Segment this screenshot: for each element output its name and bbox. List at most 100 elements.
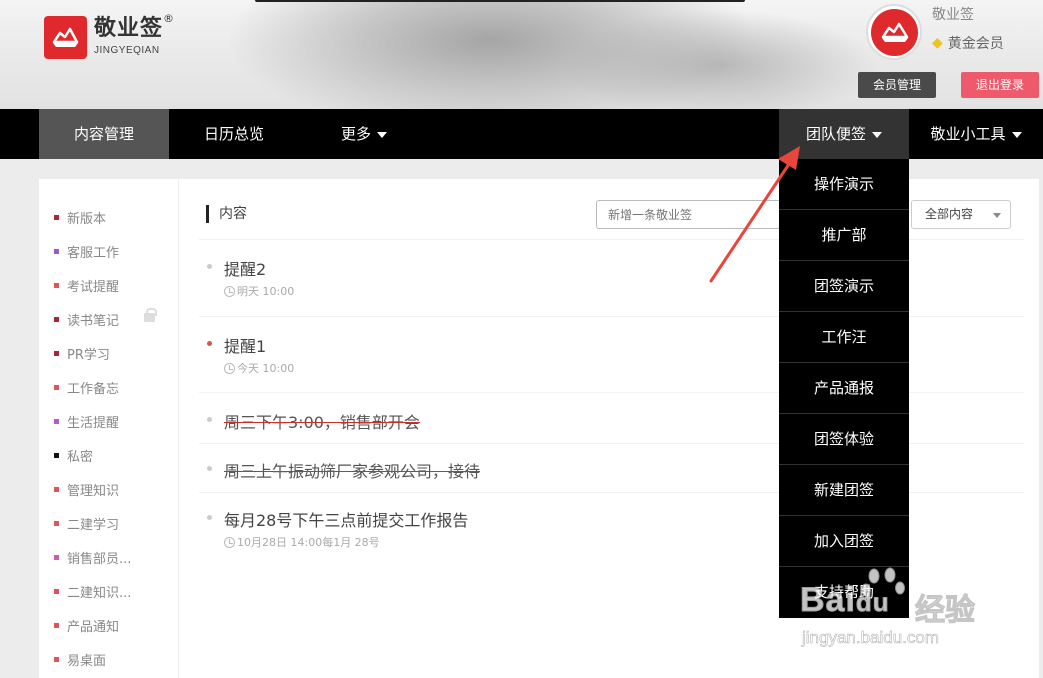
header: 敬业签 JINGYEQIAN ® 敬业签 ◆ 黄金会员 会员管理 退出登录 <box>0 0 1043 109</box>
sidebar-item-label: PR学习 <box>67 347 110 363</box>
dropdown-item[interactable]: 工作汪 <box>779 312 909 363</box>
category-color-dot <box>54 384 59 390</box>
logo[interactable]: 敬业签 JINGYEQIAN ® <box>44 12 174 59</box>
new-note-input[interactable] <box>596 200 796 229</box>
logo-subtext: JINGYEQIAN <box>94 45 160 56</box>
content-filter-select[interactable]: 全部内容 <box>911 200 1011 229</box>
category-color-dot <box>54 486 59 492</box>
sidebar-item-label: 读书笔记 <box>67 313 120 329</box>
content-filter-value: 全部内容 <box>925 207 974 221</box>
bullet-icon <box>207 417 212 422</box>
dropdown-item[interactable]: 操作演示 <box>779 159 909 210</box>
bullet-icon <box>207 466 212 471</box>
page-title: 内容 <box>206 205 247 223</box>
category-color-dot <box>54 282 59 288</box>
lock-icon <box>144 308 157 322</box>
watermark-brand-a: Bai <box>800 581 856 620</box>
nav-tools[interactable]: 敬业小工具 <box>909 109 1043 159</box>
sidebar-item[interactable]: 二建学习 <box>54 513 119 533</box>
nav-calendar[interactable]: 日历总览 <box>169 109 299 159</box>
sidebar-item[interactable]: 考试提醒 <box>54 275 119 295</box>
sidebar-item-label: 二建学习 <box>67 517 120 533</box>
user-name: 敬业签 <box>932 7 974 23</box>
clock-icon <box>224 285 235 297</box>
sidebar-item[interactable]: 读书笔记 <box>54 308 157 329</box>
note-time-text: 10月28日 14:00每1月 28号 <box>237 536 380 549</box>
team-note-dropdown: 操作演示 推广部 团签演示 工作汪 产品通报 团签体验 新建团签 加入团签 支持… <box>779 159 909 618</box>
bullet-icon <box>207 341 212 346</box>
member-level-label: 黄金会员 <box>947 36 1004 52</box>
sidebar-item[interactable]: 工作备忘 <box>54 377 119 397</box>
nav-team-note-label: 团队便签 <box>805 125 866 143</box>
note-title[interactable]: 提醒1 <box>224 333 266 357</box>
note-time-text: 明天 10:00 <box>237 285 295 298</box>
note-title[interactable]: 周三上午振动筛厂家参观公司，接待 <box>224 458 480 482</box>
diamond-icon: ◆ <box>932 35 943 51</box>
category-color-dot <box>54 452 59 458</box>
sidebar-item-label: 客服工作 <box>67 245 120 261</box>
note-time: 今天 10:00 <box>224 360 294 376</box>
category-color-dot <box>54 622 59 628</box>
dropdown-item[interactable]: 新建团签 <box>779 465 909 516</box>
note-time: 明天 10:00 <box>224 283 294 299</box>
sidebar-item[interactable]: 销售部员... <box>54 547 131 567</box>
dropdown-item[interactable]: 加入团签 <box>779 516 909 567</box>
nav-content-manage-label: 内容管理 <box>73 125 134 143</box>
chevron-down-icon <box>872 131 882 138</box>
sidebar-item-label: 销售部员... <box>67 551 132 567</box>
sidebar-item[interactable]: 客服工作 <box>54 241 119 261</box>
sidebar-item[interactable]: 生活提醒 <box>54 411 119 431</box>
sidebar-item-label: 产品通知 <box>67 619 120 635</box>
header-topbar <box>255 0 745 2</box>
logo-text: 敬业签 <box>94 16 164 41</box>
clock-icon <box>224 362 235 374</box>
sidebar-item-label: 考试提醒 <box>67 279 120 295</box>
member-manage-button[interactable]: 会员管理 <box>858 72 936 98</box>
sidebar-item[interactable]: 私密 <box>54 445 93 465</box>
registered-mark: ® <box>163 12 174 25</box>
sidebar-item[interactable]: 易桌面 <box>54 649 106 669</box>
chevron-down-icon <box>993 213 1001 218</box>
category-color-dot <box>54 520 59 526</box>
note-title[interactable]: 每月28号下午三点前提交工作报告 <box>224 507 468 531</box>
watermark-brand-b: du <box>855 587 890 618</box>
sidebar-item[interactable]: 管理知识 <box>54 479 119 499</box>
note-title[interactable]: 提醒2 <box>224 256 266 280</box>
nav-team-note[interactable]: 团队便签 <box>779 109 909 159</box>
avatar[interactable] <box>866 4 922 60</box>
sidebar-item-label: 二建知识... <box>67 585 132 601</box>
sidebar-item-label: 新版本 <box>67 211 107 227</box>
member-level: ◆ 黄金会员 <box>932 33 1004 53</box>
category-color-dot <box>54 316 59 322</box>
sidebar-item-label: 易桌面 <box>67 653 107 669</box>
logout-button[interactable]: 退出登录 <box>961 72 1039 98</box>
sidebar-item-label: 工作备忘 <box>67 381 120 397</box>
sidebar-item-label: 生活提醒 <box>67 415 120 431</box>
sidebar-item[interactable]: 二建知识... <box>54 581 131 601</box>
sidebar-item[interactable]: 产品通知 <box>54 615 119 635</box>
logo-icon <box>44 16 87 59</box>
dropdown-item[interactable]: 团签体验 <box>779 414 909 465</box>
category-color-dot <box>54 418 59 424</box>
bullet-icon <box>207 515 212 520</box>
nav-content-manage[interactable]: 内容管理 <box>39 109 169 159</box>
chevron-down-icon <box>377 131 387 138</box>
watermark-url: jingyan.baidu.com <box>802 628 940 648</box>
note-time-text: 今天 10:00 <box>237 362 295 375</box>
dropdown-item[interactable]: 产品通报 <box>779 363 909 414</box>
sidebar-item[interactable]: PR学习 <box>54 343 110 363</box>
main-nav: 内容管理 日历总览 更多 团队便签 敬业小工具 <box>0 109 1043 159</box>
avatar-logo-icon <box>870 8 918 56</box>
category-color-dot <box>54 214 59 220</box>
nav-more[interactable]: 更多 <box>299 109 429 159</box>
sidebar-item-label: 私密 <box>67 449 94 465</box>
chevron-down-icon <box>1011 131 1022 138</box>
sidebar-item[interactable]: 新版本 <box>54 207 106 227</box>
header-background-cloud <box>560 10 880 109</box>
dropdown-item[interactable]: 团签演示 <box>779 261 909 312</box>
dropdown-item[interactable]: 推广部 <box>779 210 909 261</box>
watermark-cn: 经验 <box>915 593 976 629</box>
nav-calendar-label: 日历总览 <box>203 125 264 143</box>
category-color-dot <box>54 656 59 662</box>
note-title[interactable]: 周三下午3:00，销售部开会 <box>224 409 420 433</box>
